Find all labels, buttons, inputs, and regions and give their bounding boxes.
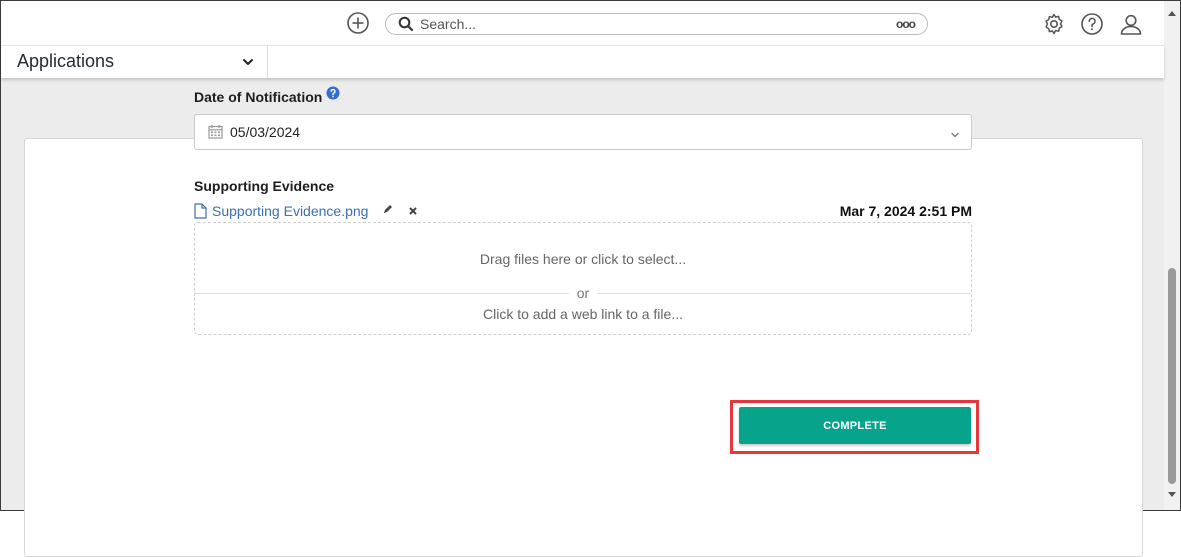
scrollbar-thumb[interactable] [1168,268,1176,484]
search-input[interactable] [420,16,880,32]
date-of-notification-label-text: Date of Notification [194,89,323,105]
dropzone-web-link-text[interactable]: Click to add a web link to a file... [195,306,971,322]
chevron-down-icon [241,55,255,74]
form-card [24,138,1143,557]
applications-dropdown[interactable]: Applications [1,46,268,78]
help-circle-icon[interactable] [326,86,340,105]
help-icon[interactable] [1080,12,1104,41]
search-options-icon[interactable]: ooo [896,17,916,31]
upload-timestamp: Mar 7, 2024 2:51 PM [839,203,972,219]
search-bar: ooo [385,13,928,35]
search-icon [398,16,414,37]
date-value: 05/03/2024 [230,124,301,140]
user-icon[interactable] [1119,12,1143,41]
gear-icon[interactable] [1042,12,1066,41]
file-dropzone[interactable]: Drag files here or click to select... or… [194,222,972,335]
supporting-evidence-label-text: Supporting Evidence [194,178,335,194]
scrollbar[interactable] [1164,1,1180,510]
add-icon[interactable] [346,11,370,40]
applications-label: Applications [17,51,115,71]
date-of-notification-label: Date of Notification [194,89,322,105]
dropzone-or-text: or [568,285,598,301]
complete-button[interactable]: COMPLETE [739,407,971,444]
scroll-down-icon[interactable] [1168,492,1176,497]
attached-file-link[interactable]: Supporting Evidence.png [212,203,368,219]
top-bar: ooo [1,1,1164,45]
calendar-icon [208,124,223,144]
supporting-evidence-label: Supporting Evidence [194,178,334,194]
pencil-icon[interactable] [382,202,394,220]
scroll-up-icon[interactable] [1168,11,1176,16]
file-icon [194,203,207,224]
date-of-notification-field[interactable]: 05/03/2024 [194,114,972,150]
remove-icon[interactable] [408,203,418,221]
dropzone-drag-text[interactable]: Drag files here or click to select... [195,251,971,267]
chevron-down-icon [950,127,960,145]
app-nav-bar: Applications [1,45,1164,78]
